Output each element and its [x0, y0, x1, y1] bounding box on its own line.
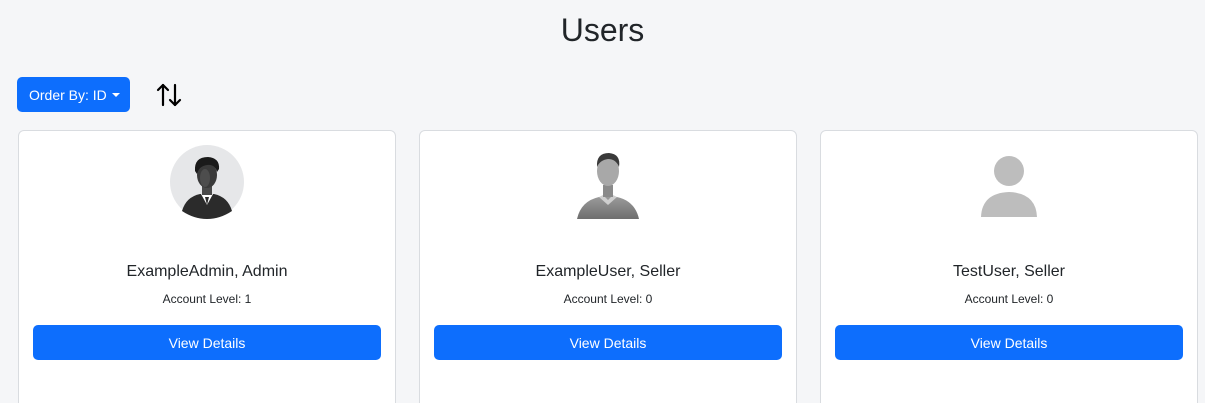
- caret-down-icon: [111, 93, 120, 97]
- user-card: ExampleUser, Seller Account Level: 0 Vie…: [419, 130, 797, 403]
- toolbar: Order By: ID: [17, 77, 186, 112]
- admin-avatar-icon: [170, 145, 244, 219]
- user-card: ExampleAdmin, Admin Account Level: 1 Vie…: [18, 130, 396, 403]
- view-details-button[interactable]: View Details: [835, 325, 1183, 360]
- user-name-role: ExampleAdmin, Admin: [126, 263, 288, 280]
- sort-arrows-icon[interactable]: [152, 77, 186, 112]
- view-details-button[interactable]: View Details: [434, 325, 782, 360]
- user-card: TestUser, Seller Account Level: 0 View D…: [820, 130, 1198, 403]
- user-name-role: ExampleUser, Seller: [535, 263, 681, 280]
- order-by-label: Order By: ID: [29, 86, 107, 103]
- account-level: Account Level: 1: [162, 292, 252, 306]
- account-level: Account Level: 0: [563, 292, 653, 306]
- user-name-role: TestUser, Seller: [952, 263, 1066, 280]
- default-avatar-icon: [972, 145, 1046, 219]
- user-avatar-icon: [571, 145, 645, 219]
- order-by-dropdown[interactable]: Order By: ID: [17, 77, 130, 112]
- page-title: Users: [560, 12, 645, 48]
- view-details-button[interactable]: View Details: [33, 325, 381, 360]
- account-level: Account Level: 0: [964, 292, 1054, 306]
- users-page: Users Order By: ID ExampleAdmin, Admin A…: [0, 0, 1205, 403]
